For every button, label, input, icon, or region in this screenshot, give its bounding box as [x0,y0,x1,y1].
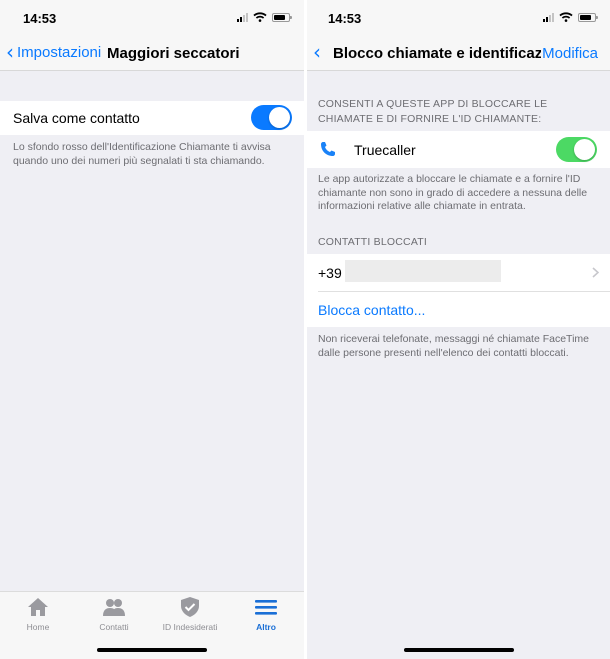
chevron-left-icon: ‹ [313,40,321,64]
signal-icon [237,12,248,22]
wifi-icon [559,12,573,22]
setting-row-save-contact: Salva come contatto [0,101,304,135]
shield-icon [181,597,199,617]
edit-button[interactable]: Modifica [542,45,598,62]
section-header-apps: CONSENTI A QUESTE APP DI BLOCCARE LE CHI… [318,98,548,125]
chevron-right-icon [592,267,599,278]
menu-icon [255,600,277,615]
blocked-number-prefix: +39 [318,265,342,281]
signal-icon [543,12,554,22]
row-separator [318,291,610,292]
app-name: Truecaller [354,142,416,158]
save-contact-toggle[interactable] [251,105,292,130]
home-indicator[interactable] [404,648,514,652]
left-screen: 14:53 ‹ Impostazioni Maggiori seccatori [0,0,304,659]
tab-contacts[interactable]: Contatti [76,596,152,636]
chevron-left-icon: ‹ [6,40,14,64]
battery-icon [272,12,292,22]
page-title: Blocco chiamate e identificazi... [333,45,541,62]
right-screen: 14:53 ‹ Blocco chiamate e identificazi..… [307,0,610,659]
app-row-truecaller: Truecaller [307,131,610,168]
status-time: 14:53 [23,11,57,26]
truecaller-toggle[interactable] [556,137,597,162]
page-title: Maggiori seccatori [107,45,240,62]
status-time: 14:53 [328,11,362,26]
nav-bar: ‹ Impostazioni Maggiori seccatori [0,36,304,71]
tab-label: ID Indesiderati [162,622,218,632]
setting-description: Lo sfondo rosso dell'Identificazione Chi… [13,141,271,167]
back-button[interactable]: ‹ [313,40,324,64]
status-icons [237,12,292,22]
tab-home[interactable]: Home [0,596,76,636]
contacts-icon [103,599,125,616]
tab-more[interactable]: Altro [228,596,304,636]
blocked-contact-row[interactable]: +39 [307,254,610,291]
tab-label: Contatti [99,622,129,632]
block-contact-button[interactable]: Blocca contatto... [318,302,425,318]
status-bar: 14:53 [0,0,304,36]
nav-bar: ‹ Blocco chiamate e identificazi... Modi… [307,36,610,71]
wifi-icon [253,12,267,22]
redacted-number [345,260,501,282]
split-screenshot: 14:53 ‹ Impostazioni Maggiori seccatori [0,0,610,659]
home-indicator[interactable] [97,648,207,652]
phone-icon [321,142,335,156]
back-label: Impostazioni [17,44,102,61]
status-bar: 14:53 [307,0,610,36]
home-icon [28,598,48,616]
back-button[interactable]: ‹ Impostazioni [6,40,102,64]
blocked-footer: Non riceverai telefonate, messaggi né ch… [318,333,589,359]
blocked-contacts-group: +39 Blocca contatto... [307,254,610,327]
tab-unwanted-ids[interactable]: ID Indesiderati [152,596,228,636]
setting-label: Salva come contatto [13,110,140,126]
status-icons [543,12,598,22]
tab-label: Home [26,622,50,632]
apps-footer: Le app autorizzate a bloccare le chiamat… [318,173,588,212]
tab-label: Altro [256,622,276,632]
section-header-blocked: CONTATTI BLOCCATI [318,236,427,248]
battery-icon [578,12,598,22]
